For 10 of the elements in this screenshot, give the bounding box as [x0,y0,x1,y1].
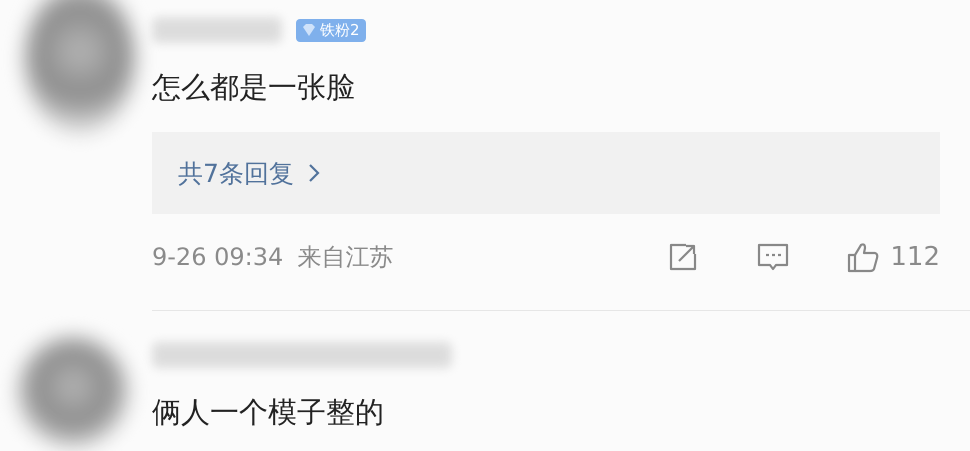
like-count: 112 [890,242,940,272]
comment-text: 俩人一个模子整的 [152,394,385,431]
comment-location: 来自江苏 [297,242,394,273]
chevron-right-icon [308,163,320,183]
comment-text: 怎么都是一张脸 [152,69,356,106]
avatar[interactable] [25,0,135,134]
fan-badge: 铁粉2 [296,18,366,42]
comment-time: 9-26 09:34 [152,243,284,271]
replies-link[interactable]: 共7条回复 [152,132,940,214]
diamond-icon [302,24,316,36]
